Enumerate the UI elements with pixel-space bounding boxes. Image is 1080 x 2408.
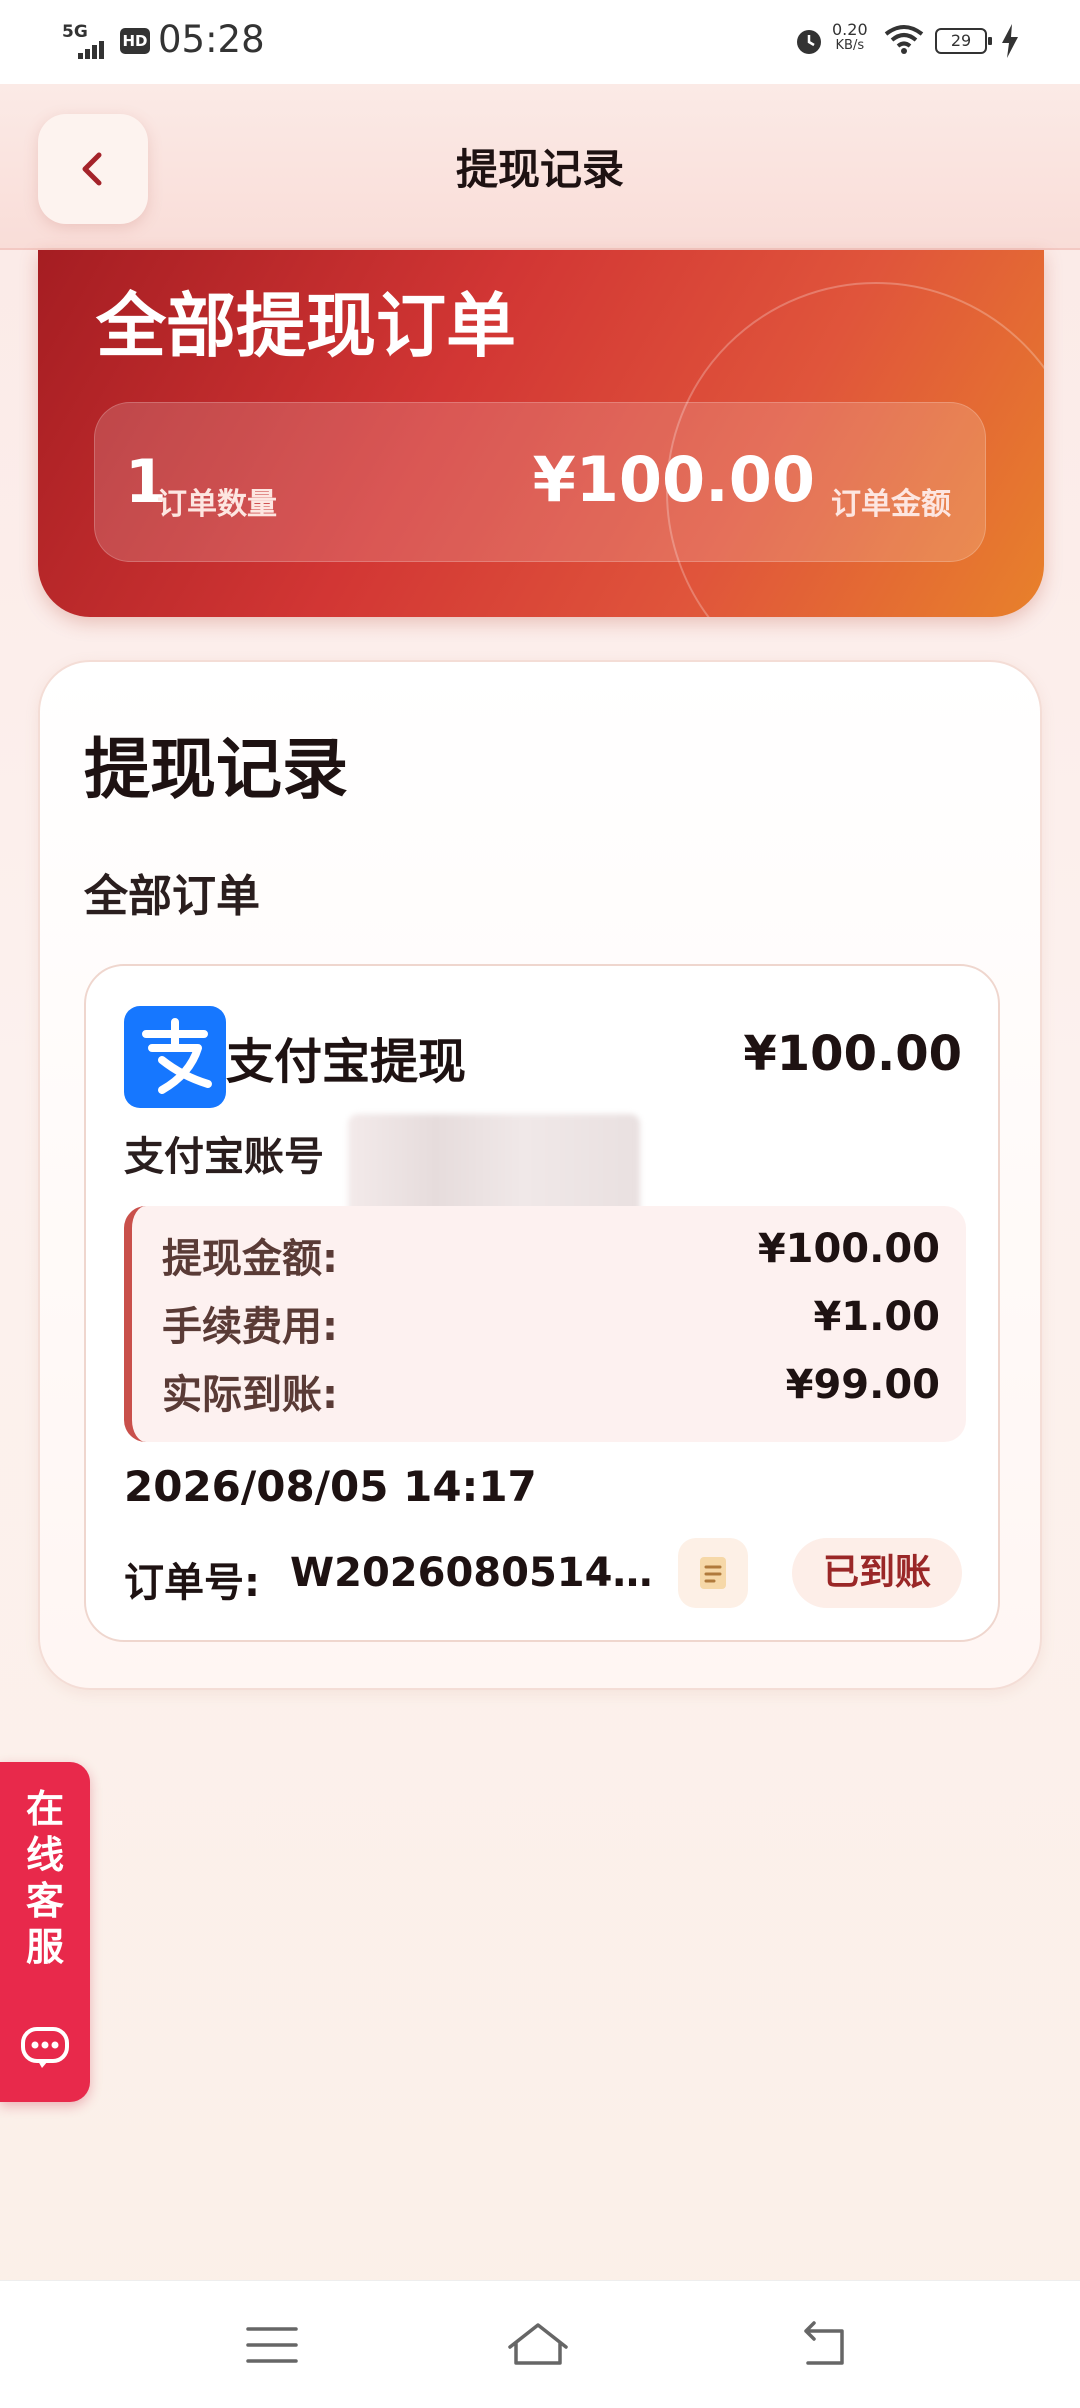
order-method: 支付宝提现 [226,1034,467,1090]
back-nav-icon[interactable] [792,2313,856,2377]
service-char: 服 [25,1925,64,1969]
order-amount: ¥100.00 [743,1026,962,1082]
account-label: 支付宝账号 [124,1134,324,1180]
online-service-button[interactable]: 在 线 客 服 [0,1762,90,2102]
status-bar: 5G HD 05:28 0.20 KB/s 29 [0,0,1080,84]
order-number-label: 订单号: [124,1560,260,1606]
network-type: 5G [62,22,88,42]
detail-value: ¥99.00 [785,1362,940,1408]
header: 提现记录 [0,84,1080,250]
detail-value: ¥100.00 [757,1226,940,1272]
speed-unit: KB/s [835,38,865,53]
system-nav-bar [0,2280,1080,2408]
speed-value: 0.20 [832,20,868,39]
detail-row-fee: 手续费用: ¥1.00 [162,1294,940,1354]
status-time: 05:28 [158,18,265,61]
summary-card: 全部提现订单 1 订单数量 ¥100.00 订单金额 [38,250,1044,617]
tab-all-orders[interactable]: 全部订单 [84,860,260,924]
alipay-icon [124,1006,226,1108]
chat-icon [21,2027,69,2068]
order-count-label: 订单数量 [157,487,277,522]
battery-icon: 29 [935,28,992,54]
wifi-icon [884,25,924,54]
records-panel: 提现记录 全部订单 支付宝提现 ¥100.00 支付宝账号 提现金额: ¥100… [38,660,1042,1690]
detail-row-withdraw: 提现金额: ¥100.00 [162,1226,940,1286]
menu-icon[interactable] [240,2313,304,2377]
summary-stats: 1 订单数量 ¥100.00 订单金额 [94,402,986,562]
detail-label: 提现金额: [162,1236,338,1282]
page-title: 提现记录 [455,145,624,194]
status-badge: 已到账 [792,1538,962,1608]
records-title: 提现记录 [84,731,348,808]
hd-icon: HD [120,28,150,54]
online-service-label: 在 线 客 服 [0,1786,90,1970]
detail-label: 手续费用: [162,1304,338,1350]
home-icon[interactable] [506,2313,570,2377]
detail-label: 实际到账: [162,1372,338,1418]
order-amount-label: 订单金额 [831,487,951,522]
detail-value: ¥1.00 [813,1294,940,1340]
copy-icon [700,1557,726,1589]
copy-button[interactable] [678,1538,748,1608]
order-details: 提现金额: ¥100.00 手续费用: ¥1.00 实际到账: ¥99.00 [124,1206,966,1442]
alarm-icon [797,30,821,54]
charging-icon [1002,24,1018,58]
network-speed: 0.20 KB/s [832,22,868,54]
service-char: 客 [25,1879,64,1923]
service-char: 在 [25,1787,64,1831]
service-char: 线 [25,1833,64,1877]
detail-row-received: 实际到账: ¥99.00 [162,1362,940,1422]
order-time: 2026/08/05 14:17 [124,1462,537,1511]
order-number: W202608051417··· [290,1550,668,1596]
signal-icon: 5G [62,22,110,59]
summary-title: 全部提现订单 [96,285,516,367]
order-card[interactable]: 支付宝提现 ¥100.00 支付宝账号 提现金额: ¥100.00 手续费用: … [84,964,1000,1642]
order-amount-value: ¥100.00 [532,443,815,516]
